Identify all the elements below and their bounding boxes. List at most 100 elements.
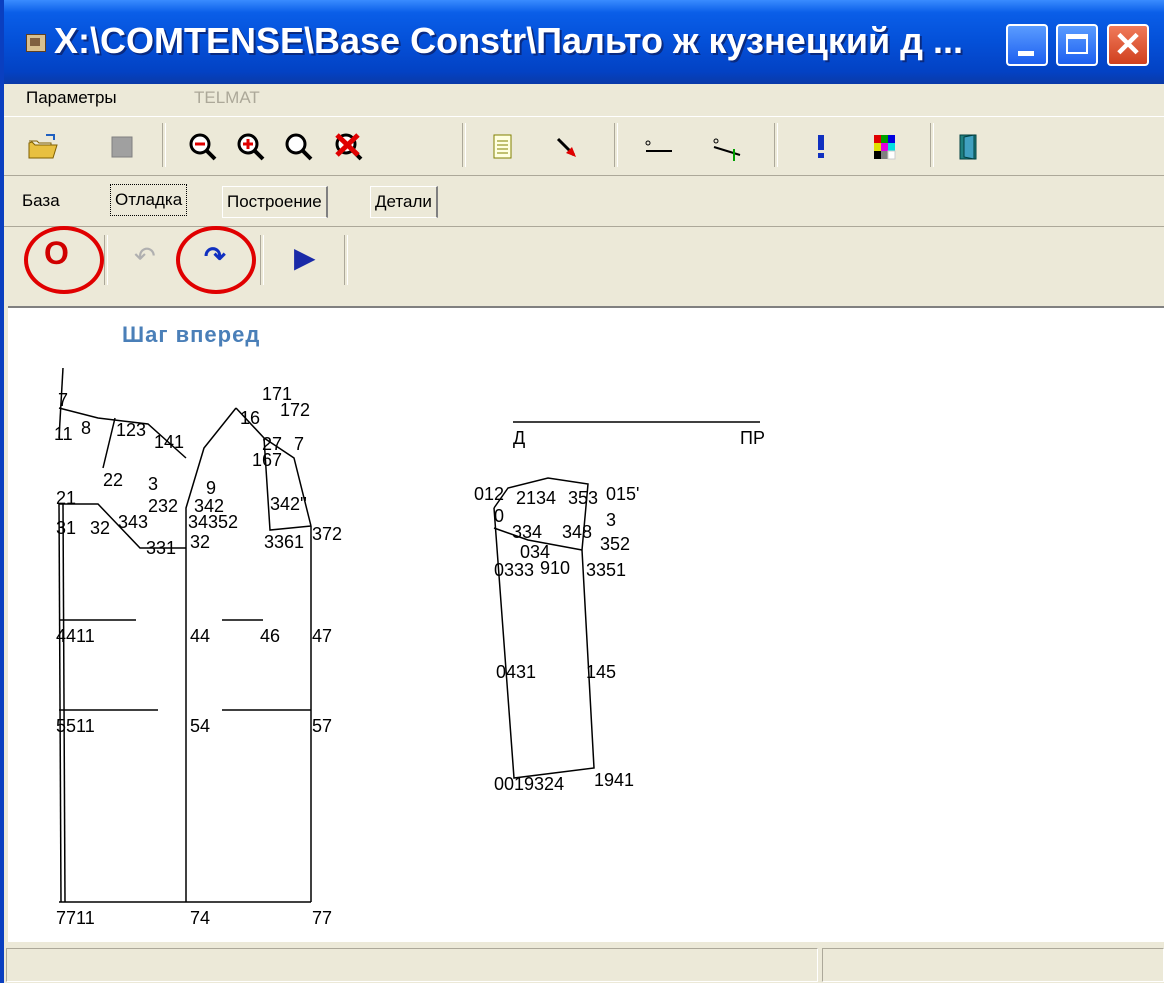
drawing-label: 31 (56, 518, 76, 538)
open-folder-icon[interactable] (26, 131, 60, 163)
main-toolbar (4, 116, 1164, 176)
title-bar[interactable]: X:\COMTENSE\Base Constr\Пальто ж кузнецк… (4, 0, 1164, 84)
toolbar-separator (774, 123, 778, 167)
close-button[interactable]: ✕ (1107, 24, 1149, 66)
drawing-label: 3351 (586, 560, 626, 580)
drawing-label: 334 (512, 522, 542, 542)
drawing-label: 32 (190, 532, 210, 552)
toolbar-separator (162, 123, 166, 167)
drawing-label: 0019324 (494, 774, 564, 794)
drawing-label: 3 (606, 510, 616, 530)
tab-construction[interactable]: Построение (222, 186, 328, 218)
drawing-label: 167 (252, 450, 282, 470)
drawing-label: 331 (146, 538, 176, 558)
status-panel-secondary (822, 948, 1164, 982)
app-icon (26, 34, 46, 52)
drawing-label: 7711 (56, 908, 95, 928)
drawing-label: 9 (206, 478, 216, 498)
drawing-label: Д (513, 428, 525, 448)
toolbar-separator (614, 123, 618, 167)
zoom-in-icon[interactable] (234, 131, 268, 163)
status-bar (4, 942, 1164, 983)
drawing-label: 3361 (264, 532, 304, 552)
drawing-label: 015' (606, 484, 639, 504)
stop-icon[interactable] (106, 131, 140, 163)
drawing-label: 145 (586, 662, 616, 682)
zoom-out-icon[interactable] (186, 131, 220, 163)
menu-bar: Параметры TELMAT (4, 84, 1164, 114)
drawing-label: 0431 (496, 662, 536, 682)
document-icon[interactable] (486, 131, 520, 163)
drawing-labels: 7 11 8 123 141 16 171 172 27 7 167 22 3 … (54, 384, 765, 928)
pattern-drawing: 7 11 8 123 141 16 171 172 27 7 167 22 3 … (54, 367, 765, 928)
drawing-label: 54 (190, 716, 210, 736)
minimize-button[interactable] (1006, 24, 1048, 66)
tab-base[interactable]: База (18, 186, 64, 218)
toolbar-separator (260, 235, 264, 285)
menu-item-telmat[interactable]: TELMAT (194, 88, 260, 108)
tab-strip: База Отладка Построение Детали (4, 184, 1164, 224)
drawing-label: 16 (240, 408, 260, 428)
drawing-label: 7 (294, 434, 304, 454)
drawing-label: 172 (280, 400, 310, 420)
drawing-label: 3 (148, 474, 158, 494)
drawing-label: 74 (190, 908, 210, 928)
drawing-label: 47 (312, 626, 332, 646)
toolbar-separator (104, 235, 108, 285)
drawing-label: 123 (116, 420, 146, 440)
drawing-label: 352 (600, 534, 630, 554)
application-window: X:\COMTENSE\Base Constr\Пальто ж кузнецк… (0, 0, 1164, 983)
step-forward-caption: Шаг вперед (122, 322, 261, 347)
toolbar-separator (462, 123, 466, 167)
drawing-label: 8 (81, 418, 91, 438)
drawing-label: 44 (190, 626, 210, 646)
drawing-label: 2134 (516, 488, 556, 508)
drawing-label: 7 (58, 390, 68, 410)
drawing-label: 372 (312, 524, 342, 544)
window-title: X:\COMTENSE\Base Constr\Пальто ж кузнецк… (54, 20, 963, 61)
drawing-label: 57 (312, 716, 332, 736)
info-icon[interactable] (804, 131, 838, 163)
drawing-label: 342'' (270, 494, 307, 514)
toolbar-separator (344, 235, 348, 285)
status-panel-main (6, 948, 818, 982)
drawing-label: 5511 (56, 716, 95, 736)
run-icon[interactable]: ▶ (294, 241, 316, 274)
drawing-label: 0333 (494, 560, 534, 580)
drawing-label: 34352 (188, 512, 238, 532)
drawing-label: 0 (494, 506, 504, 526)
drawing-label: 46 (260, 626, 280, 646)
drawing-label: 343 (118, 512, 148, 532)
drawing-label: 353 (568, 488, 598, 508)
toolbar-separator (930, 123, 934, 167)
drawing-label: 232 (148, 496, 178, 516)
step-forward-highlight-circle (176, 226, 256, 294)
drawing-label: 1941 (594, 770, 634, 790)
measure-line-icon[interactable] (642, 131, 676, 163)
zoom-cancel-icon[interactable] (332, 131, 366, 163)
drawing-canvas[interactable]: 7 11 8 123 141 16 171 172 27 7 167 22 3 … (8, 306, 1164, 942)
drawing-label: 910 (540, 558, 570, 578)
tab-details[interactable]: Детали (370, 186, 438, 218)
step-back-icon[interactable]: ↶ (134, 241, 156, 272)
drawing-label: 11 (54, 424, 73, 444)
maximize-button[interactable] (1056, 24, 1098, 66)
drawing-label: 012 (474, 484, 504, 504)
zoom-icon[interactable] (282, 131, 316, 163)
drawing-label: 21 (56, 488, 76, 508)
tab-debug[interactable]: Отладка (110, 184, 188, 216)
drawing-label: 77 (312, 908, 332, 928)
drawing-label: 348 (562, 522, 592, 542)
reset-highlight-circle (24, 226, 104, 294)
pointer-icon[interactable] (550, 131, 584, 163)
drawing-label: 22 (103, 470, 123, 490)
color-palette-icon[interactable] (868, 131, 902, 163)
exit-icon[interactable] (952, 131, 986, 163)
close-icon: ✕ (1113, 26, 1143, 64)
drawing-label: ПР (740, 428, 765, 448)
menu-item-parameters[interactable]: Параметры (26, 88, 117, 108)
drawing-label: 4411 (56, 626, 95, 646)
drawing-label: 141 (154, 432, 184, 452)
measure-angle-icon[interactable] (710, 131, 744, 163)
drawing-label: 32 (90, 518, 110, 538)
